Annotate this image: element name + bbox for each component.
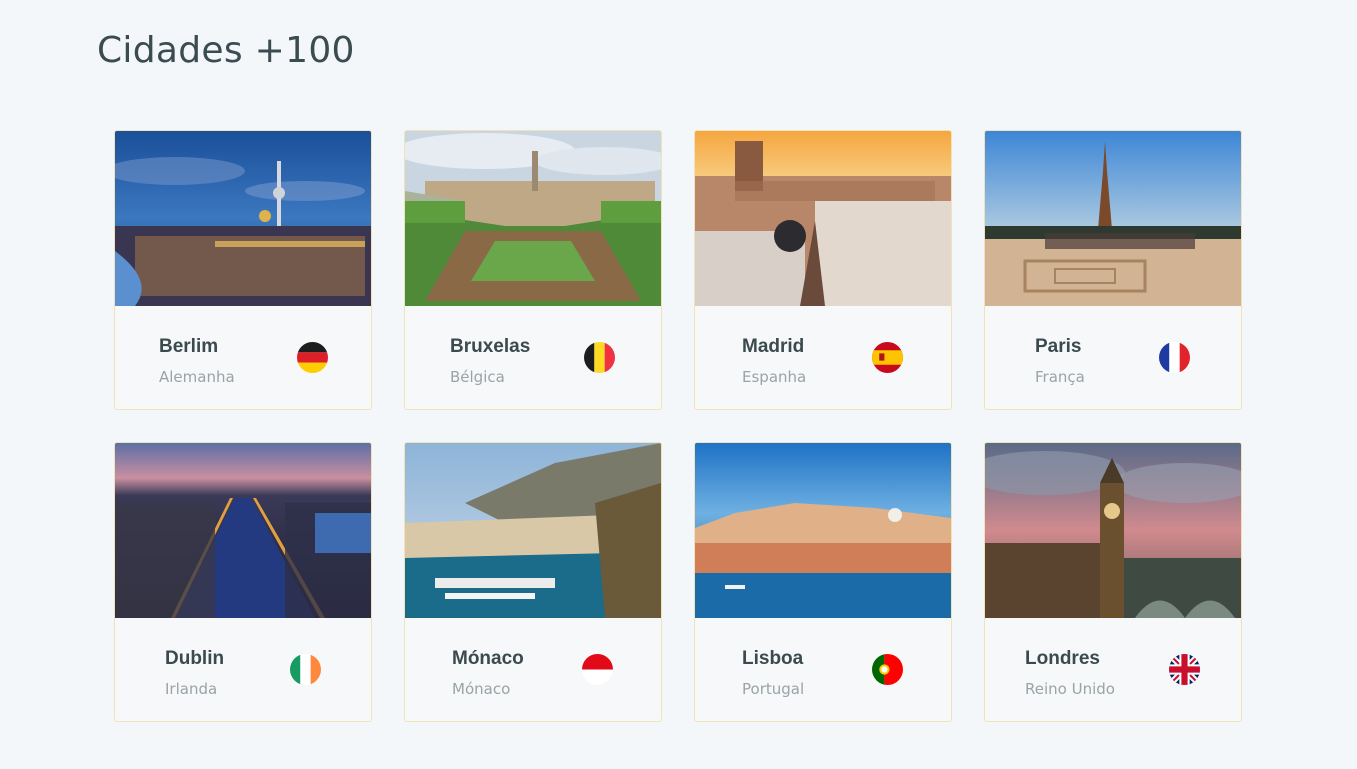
city-photo-lisboa	[695, 443, 951, 618]
city-card-madrid[interactable]: Madrid Espanha	[694, 130, 952, 410]
city-name: Mónaco	[452, 648, 524, 669]
country-name: Bélgica	[450, 368, 505, 386]
city-info: Dublin Irlanda	[115, 618, 371, 721]
country-name: Portugal	[742, 680, 805, 698]
page-title: Cidades +100	[97, 30, 355, 71]
france-flag-icon	[1159, 342, 1190, 373]
germany-flag-icon	[297, 342, 328, 373]
city-card-londres[interactable]: Londres Reino Unido	[984, 442, 1242, 722]
city-photo-bruxelas	[405, 131, 661, 306]
spain-flag-icon	[872, 342, 903, 373]
country-name: Alemanha	[159, 368, 235, 386]
city-card-paris[interactable]: Paris França	[984, 130, 1242, 410]
city-info: Bruxelas Bélgica	[405, 306, 661, 409]
monaco-flag-icon	[582, 654, 613, 685]
city-info: Paris França	[985, 306, 1241, 409]
city-info: Madrid Espanha	[695, 306, 951, 409]
city-photo-monaco	[405, 443, 661, 618]
city-name: Berlim	[159, 336, 219, 357]
country-name: Mónaco	[452, 680, 511, 698]
belgium-flag-icon	[584, 342, 615, 373]
city-name: Lisboa	[742, 648, 804, 669]
city-name: Bruxelas	[450, 336, 531, 357]
city-card-berlim[interactable]: Berlim Alemanha	[114, 130, 372, 410]
city-photo-dublin	[115, 443, 371, 618]
city-info: Berlim Alemanha	[115, 306, 371, 409]
city-photo-londres	[985, 443, 1241, 618]
city-photo-berlim	[115, 131, 371, 306]
city-name: Dublin	[165, 648, 225, 669]
city-card-bruxelas[interactable]: Bruxelas Bélgica	[404, 130, 662, 410]
country-name: França	[1035, 368, 1085, 386]
city-photo-madrid	[695, 131, 951, 306]
city-grid: Berlim Alemanha Bruxelas Bélgica Madrid …	[114, 130, 1242, 722]
city-card-lisboa[interactable]: Lisboa Portugal	[694, 442, 952, 722]
city-card-monaco[interactable]: Mónaco Mónaco	[404, 442, 662, 722]
city-info: Mónaco Mónaco	[405, 618, 661, 721]
city-name: Paris	[1035, 336, 1082, 357]
city-photo-paris	[985, 131, 1241, 306]
city-name: Madrid	[742, 336, 805, 357]
portugal-flag-icon	[872, 654, 903, 685]
city-info: Lisboa Portugal	[695, 618, 951, 721]
country-name: Espanha	[742, 368, 807, 386]
city-card-dublin[interactable]: Dublin Irlanda	[114, 442, 372, 722]
city-info: Londres Reino Unido	[985, 618, 1241, 721]
country-name: Reino Unido	[1025, 680, 1115, 698]
country-name: Irlanda	[165, 680, 218, 698]
city-name: Londres	[1025, 648, 1100, 669]
uk-flag-icon	[1169, 654, 1200, 685]
ireland-flag-icon	[290, 654, 321, 685]
